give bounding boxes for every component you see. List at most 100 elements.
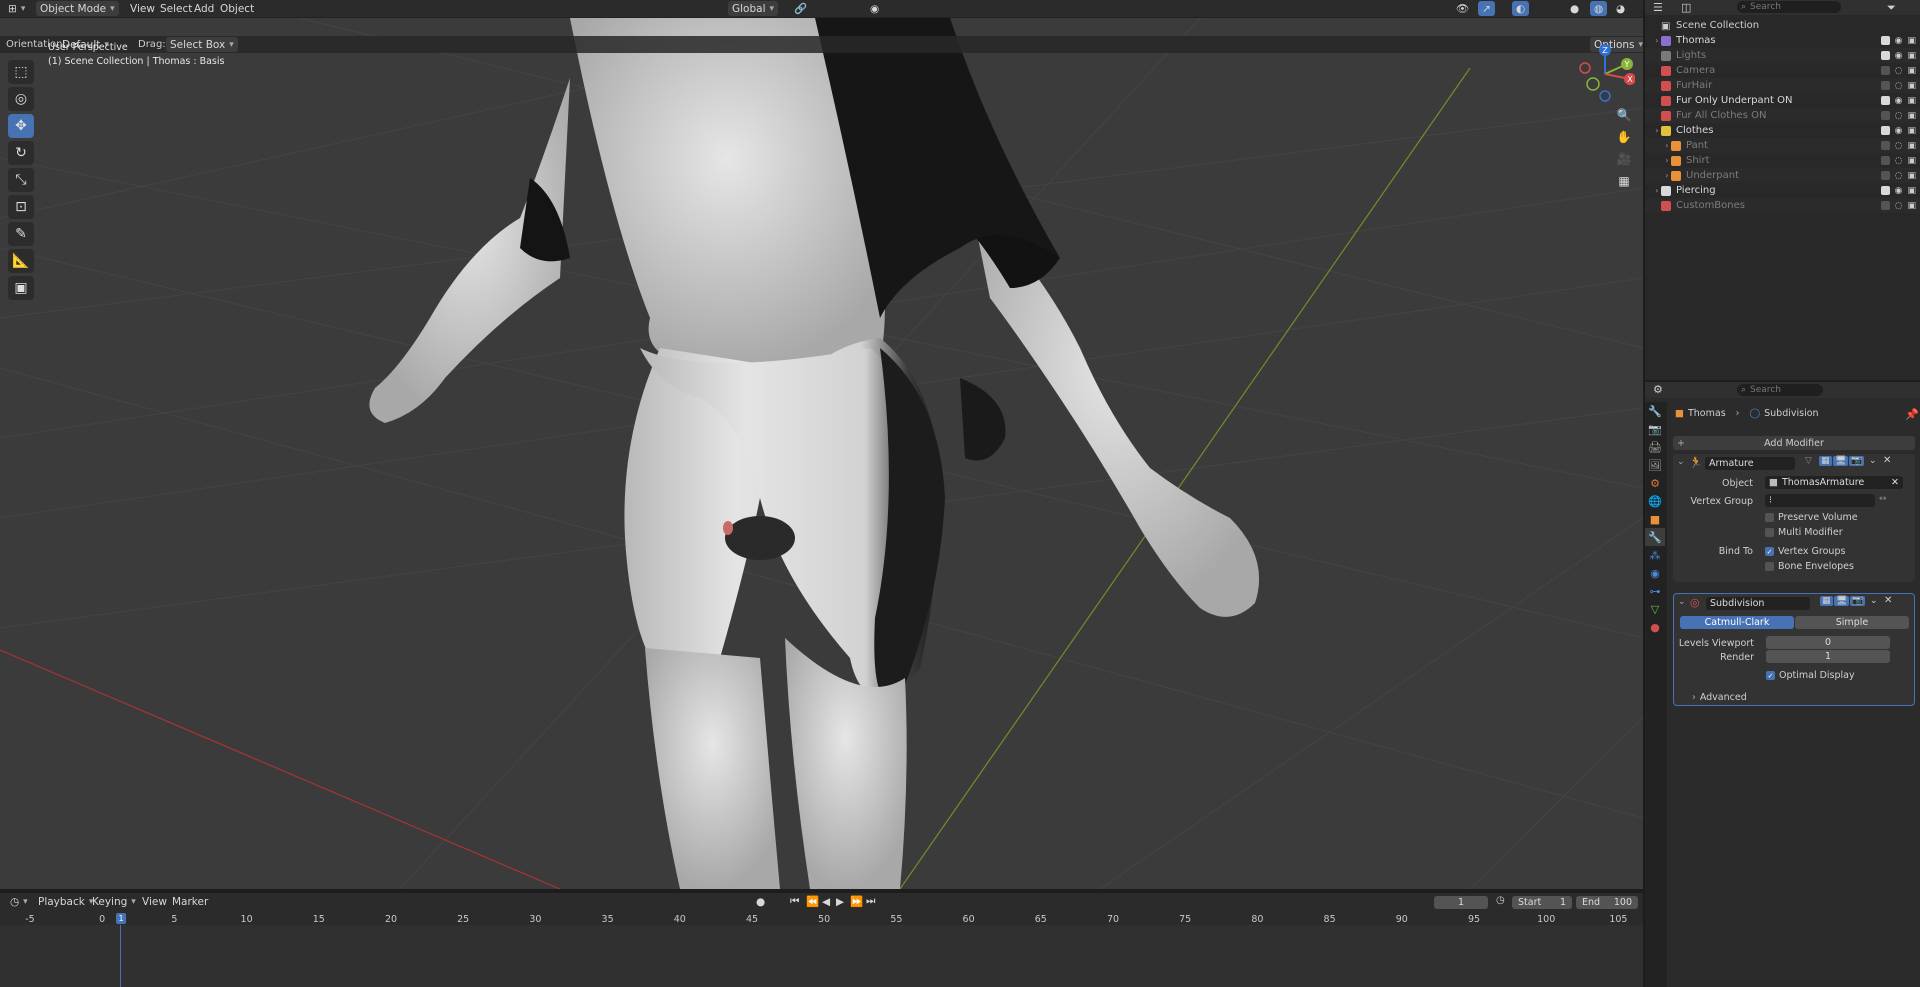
collapse-chevron-icon[interactable]: ⌄ [1678, 597, 1686, 607]
snap-icon[interactable]: 🔗 [790, 1, 811, 16]
menu-keying[interactable]: Keying [88, 894, 140, 909]
shading-solid-icon[interactable]: ● [1566, 1, 1583, 16]
end-frame-field[interactable]: End 100 [1576, 896, 1638, 909]
timeline-area[interactable]: -5 0 5 10 15 20 25 30 35 40 45 50 55 60 65 70 75 80 85 90 95… [0, 911, 1643, 987]
viewport-display-icon[interactable]: 🖥 [1833, 456, 1849, 466]
properties-editor-icon[interactable]: ⚙ [1653, 383, 1663, 396]
menu-view[interactable]: View [138, 894, 171, 909]
render-camera-icon[interactable]: ▣ [1907, 36, 1916, 46]
render-display-icon[interactable]: 📷 [1849, 456, 1865, 466]
eye-icon[interactable]: ◌ [1895, 141, 1903, 151]
exclude-checkbox[interactable] [1880, 65, 1890, 75]
outliner-row[interactable]: FurHair ◌ ▣ [1645, 78, 1920, 93]
add-cube-tool[interactable]: ▣ [8, 276, 34, 300]
measure-tool[interactable]: 📐 [8, 249, 34, 273]
outliner-row[interactable]: › Shirt ◌ ▣ [1645, 153, 1920, 168]
outliner-row[interactable]: › Underpant ◌ ▣ [1645, 168, 1920, 183]
pin-icon[interactable]: 📌 [1905, 408, 1919, 421]
remove-modifier-icon[interactable]: ✕ [1884, 595, 1892, 606]
tab-object-icon[interactable]: ■ [1645, 510, 1665, 528]
render-camera-icon[interactable]: ▣ [1907, 141, 1916, 151]
menu-marker[interactable]: Marker [168, 894, 212, 909]
vertex-groups-checkbox[interactable]: ✓ Vertex Groups [1765, 546, 1845, 557]
outliner-search-input[interactable]: ⌕ Search [1737, 1, 1841, 13]
current-frame-field[interactable]: 1 [1434, 896, 1488, 909]
tab-material-icon[interactable]: ● [1645, 618, 1665, 636]
menu-view[interactable]: View [126, 1, 159, 16]
outliner-row[interactable]: › Pant ◌ ▣ [1645, 138, 1920, 153]
auto-keying-icon[interactable]: ● [752, 894, 769, 909]
eye-icon[interactable]: ◌ [1895, 81, 1903, 91]
transform-orientation-dropdown[interactable]: Global [728, 1, 779, 16]
on-cage-icon[interactable]: ▽ [1805, 456, 1812, 466]
tab-data-icon[interactable]: ▽ [1645, 600, 1665, 618]
tab-tool-icon[interactable]: 🔧 [1645, 402, 1665, 420]
render-display-icon[interactable]: 📷 [1850, 596, 1866, 606]
render-camera-icon[interactable]: ▣ [1907, 96, 1916, 106]
shading-material-icon[interactable]: ◍ [1590, 1, 1608, 16]
exclude-checkbox[interactable] [1880, 140, 1890, 150]
editmode-icon[interactable]: ▦ [1819, 456, 1832, 466]
eye-icon[interactable]: ◉ [1895, 51, 1903, 61]
expand-arrow-icon[interactable]: › [1645, 156, 1671, 165]
armature-name-field[interactable]: Armature [1705, 457, 1795, 470]
eye-icon[interactable]: ◌ [1895, 171, 1903, 181]
tab-particles-icon[interactable]: ⁂ [1645, 546, 1665, 564]
timeline-editor-icon[interactable]: ◷ [6, 894, 32, 909]
render-camera-icon[interactable]: ▣ [1907, 111, 1916, 121]
drag-dropdown[interactable]: Select Box [166, 37, 238, 52]
jump-end-icon[interactable]: ⏭ [862, 894, 879, 909]
tab-view-layer-icon[interactable]: 🖼 [1645, 456, 1665, 474]
catmull-clark-button[interactable]: Catmull-Clark [1680, 616, 1794, 629]
bone-envelopes-checkbox[interactable]: Bone Envelopes [1765, 561, 1854, 572]
visibility-icon[interactable]: 👁 [1452, 1, 1473, 16]
outliner-row[interactable]: Lights ◉ ▣ [1645, 48, 1920, 63]
mode-dropdown[interactable]: Object Mode [36, 1, 119, 16]
eye-icon[interactable]: ◉ [1895, 96, 1903, 106]
invert-vertex-group-icon[interactable]: ↔ [1879, 494, 1887, 504]
menu-object[interactable]: Object [216, 1, 258, 16]
shading-rendered-icon[interactable]: ◕ [1612, 1, 1629, 16]
tab-render-icon[interactable]: 📷 [1645, 420, 1665, 438]
clear-field-icon[interactable]: ✕ [1891, 477, 1899, 488]
cursor-tool[interactable]: ◎ [8, 87, 34, 111]
tab-output-icon[interactable]: 🖨 [1645, 438, 1665, 456]
playhead-line[interactable] [120, 925, 121, 987]
perspective-grid-icon[interactable]: ▦ [1613, 170, 1635, 192]
move-tool[interactable]: ✥ [8, 114, 34, 138]
jump-start-icon[interactable]: ⏮ [786, 894, 803, 909]
eye-icon[interactable]: ◌ [1895, 111, 1903, 121]
simple-button[interactable]: Simple [1795, 616, 1909, 629]
menu-add[interactable]: Add [190, 1, 218, 16]
outliner-row[interactable]: Camera ◌ ▣ [1645, 63, 1920, 78]
editmode-icon[interactable]: ▦ [1820, 596, 1833, 606]
exclude-checkbox[interactable] [1880, 50, 1890, 60]
remove-modifier-icon[interactable]: ✕ [1883, 455, 1891, 466]
exclude-checkbox[interactable] [1880, 110, 1890, 120]
exclude-checkbox[interactable] [1880, 125, 1890, 135]
render-camera-icon[interactable]: ▣ [1907, 186, 1916, 196]
render-camera-icon[interactable]: ▣ [1907, 51, 1916, 61]
filter-icon[interactable]: ⏷ [1887, 1, 1896, 15]
camera-view-icon[interactable]: 🎥 [1613, 148, 1635, 170]
outliner-editor-icon[interactable]: ☰ [1653, 1, 1663, 14]
exclude-checkbox[interactable] [1880, 95, 1890, 105]
outliner-root-row[interactable]: ▣ Scene Collection [1645, 18, 1920, 33]
multi-modifier-checkbox[interactable]: Multi Modifier [1765, 527, 1843, 538]
subdivision-name-field[interactable]: Subdivision [1706, 597, 1810, 610]
render-levels-field[interactable]: 1 [1766, 650, 1890, 663]
playhead-label[interactable]: 1 [116, 913, 126, 924]
render-camera-icon[interactable]: ▣ [1907, 81, 1916, 91]
eye-icon[interactable]: ◉ [1895, 186, 1903, 196]
modifier-menu-icon[interactable]: ⌄ [1870, 596, 1878, 606]
select-box-tool[interactable]: ⬚ [8, 60, 34, 84]
exclude-checkbox[interactable] [1880, 170, 1890, 180]
transform-tool[interactable]: ⊡ [8, 195, 34, 219]
outliner-row[interactable]: › Clothes ◉ ▣ [1645, 123, 1920, 138]
outliner-row[interactable]: Fur All Clothes ON ◌ ▣ [1645, 108, 1920, 123]
tab-modifiers-icon[interactable]: 🔧 [1645, 528, 1665, 546]
zoom-icon[interactable]: 🔍 [1613, 104, 1635, 126]
armature-object-field[interactable]: ■ ThomasArmature ✕ [1765, 476, 1903, 489]
tab-world-icon[interactable]: 🌐 [1645, 492, 1665, 510]
eye-icon[interactable]: ◉ [1895, 36, 1903, 46]
